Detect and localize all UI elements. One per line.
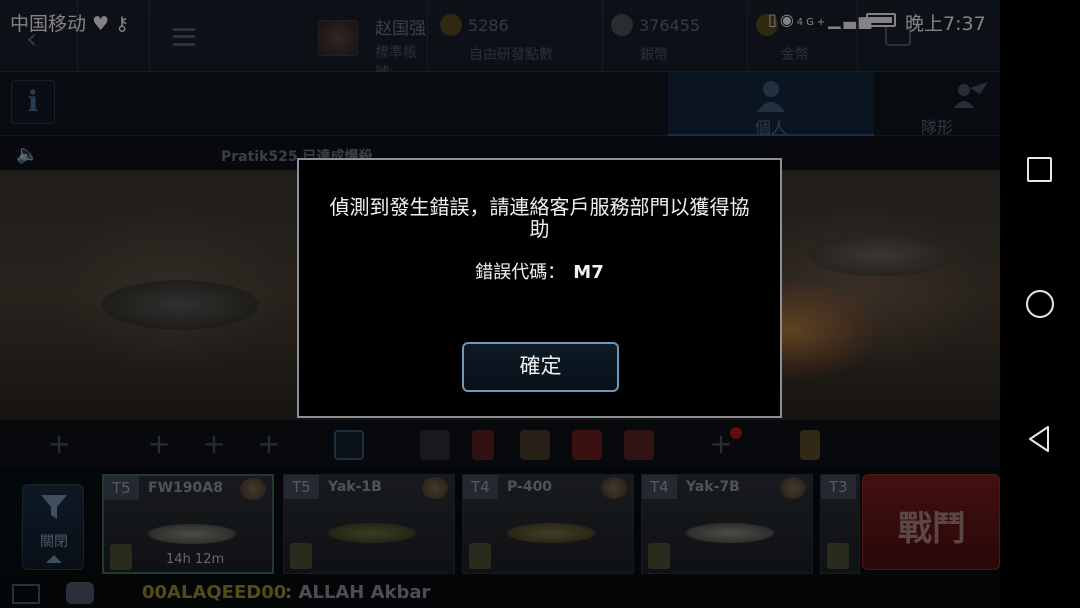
back-nav-button[interactable] — [1026, 425, 1054, 453]
game-screen: ‹ 赵国强 標準帳號 5286 自由研發點數 376455 銀幣 金幣 — [0, 0, 1000, 608]
error-code-value: M7 — [573, 262, 604, 283]
error-message: 偵測到發生錯誤，請連絡客戶服務部門以獲得協助 — [329, 195, 750, 241]
error-dialog: 偵測到發生錯誤，請連絡客戶服務部門以獲得協助 錯誤代碼： M7 確定 — [297, 158, 782, 418]
recent-apps-button[interactable] — [1027, 157, 1052, 182]
home-button[interactable] — [1026, 290, 1054, 318]
ok-button[interactable]: 確定 — [462, 342, 619, 392]
error-code-label: 錯誤代碼： — [475, 262, 566, 283]
android-nav-bar — [1000, 0, 1080, 608]
error-code: 錯誤代碼： M7 — [299, 258, 780, 284]
